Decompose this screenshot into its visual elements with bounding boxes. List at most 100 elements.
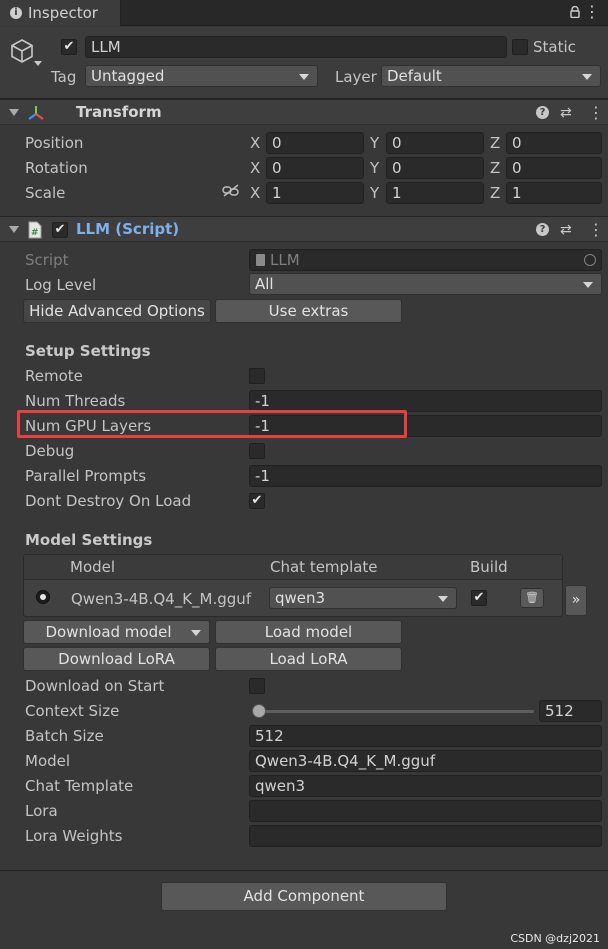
help-icon[interactable]: ? bbox=[536, 106, 549, 119]
llm-script-title: LLM (Script) bbox=[76, 220, 180, 238]
col-build-header: Build bbox=[470, 558, 508, 576]
context-size-slider-track[interactable] bbox=[256, 710, 534, 713]
download-on-start-checkbox[interactable] bbox=[249, 678, 265, 694]
watermark: CSDN @dzj2021 bbox=[510, 932, 600, 945]
use-extras-button[interactable]: Use extras bbox=[215, 299, 402, 323]
scale-z-input[interactable]: 1 bbox=[506, 182, 602, 204]
static-label: Static bbox=[533, 38, 576, 56]
info-icon: i bbox=[10, 7, 22, 19]
num-threads-label: Num Threads bbox=[25, 392, 126, 410]
scale-y-axis[interactable]: Y bbox=[370, 183, 379, 203]
position-label: Position bbox=[25, 134, 84, 152]
llm-script-header[interactable]: # ✔ LLM (Script) ? ⇄ ⋮ bbox=[0, 216, 608, 242]
dont-destroy-label: Dont Destroy On Load bbox=[25, 492, 192, 510]
parallel-prompts-input[interactable]: -1 bbox=[249, 465, 602, 487]
log-level-value: All bbox=[255, 275, 274, 293]
lock-icon[interactable] bbox=[570, 6, 580, 18]
component-menu-icon[interactable]: ⋮ bbox=[588, 103, 604, 122]
rotation-x-axis[interactable]: X bbox=[250, 158, 260, 178]
col-template-header: Chat template bbox=[270, 558, 378, 576]
icon-dropdown-icon[interactable] bbox=[34, 61, 42, 66]
add-component-button[interactable]: Add Component bbox=[161, 882, 447, 911]
context-size-input[interactable]: 512 bbox=[539, 700, 602, 722]
parallel-prompts-label: Parallel Prompts bbox=[25, 467, 147, 485]
context-size-slider-thumb[interactable] bbox=[252, 704, 266, 718]
lora-weights-input[interactable] bbox=[249, 825, 602, 847]
model-label: Model bbox=[25, 752, 71, 770]
chevron-down-icon bbox=[191, 630, 201, 636]
log-level-dropdown[interactable]: All bbox=[249, 273, 602, 295]
transform-title: Transform bbox=[76, 103, 162, 121]
rotation-y-input[interactable]: 0 bbox=[386, 157, 484, 179]
batch-size-input[interactable]: 512 bbox=[249, 725, 602, 747]
foldout-arrow-icon[interactable] bbox=[9, 226, 19, 233]
scale-y-input[interactable]: 1 bbox=[386, 182, 484, 204]
download-model-dropdown-button[interactable]: Download model bbox=[23, 620, 210, 644]
script-file-icon: # bbox=[28, 221, 42, 239]
position-x-input[interactable]: 0 bbox=[266, 132, 364, 154]
scale-label: Scale bbox=[25, 184, 66, 202]
dont-destroy-checkbox[interactable]: ✔ bbox=[249, 493, 265, 509]
tab-inspector[interactable]: i Inspector bbox=[0, 0, 121, 26]
debug-label: Debug bbox=[25, 442, 75, 460]
chat-template-dropdown[interactable]: qwen3 bbox=[269, 587, 457, 609]
position-y-input[interactable]: 0 bbox=[386, 132, 484, 154]
model-more-button[interactable]: » bbox=[565, 585, 587, 616]
gameobject-header: ✔ LLM Static Tag Untagged Layer Default bbox=[0, 27, 608, 99]
debug-checkbox[interactable] bbox=[249, 443, 265, 459]
transform-header[interactable]: Transform ? ⇄ ⋮ bbox=[0, 99, 608, 125]
layer-label: Layer bbox=[335, 68, 377, 86]
rotation-x-input[interactable]: 0 bbox=[266, 157, 364, 179]
presets-icon[interactable]: ⇄ bbox=[560, 105, 572, 121]
model-select-radio[interactable] bbox=[36, 590, 50, 604]
rotation-label: Rotation bbox=[25, 159, 88, 177]
position-y-axis[interactable]: Y bbox=[370, 133, 379, 153]
presets-icon[interactable]: ⇄ bbox=[560, 222, 572, 238]
help-icon[interactable]: ? bbox=[536, 223, 549, 236]
load-lora-button[interactable]: Load LoRA bbox=[215, 647, 402, 671]
active-checkbox[interactable]: ✔ bbox=[61, 39, 77, 55]
build-checkbox[interactable]: ✔ bbox=[471, 590, 487, 606]
chevron-down-icon bbox=[582, 74, 592, 80]
rotation-y-axis[interactable]: Y bbox=[370, 158, 379, 178]
batch-size-label: Batch Size bbox=[25, 727, 104, 745]
script-object-field[interactable]: LLM bbox=[249, 249, 602, 271]
load-model-button[interactable]: Load model bbox=[215, 620, 402, 644]
script-label: Script bbox=[25, 251, 69, 269]
layer-dropdown[interactable]: Default bbox=[381, 65, 601, 87]
scale-x-axis[interactable]: X bbox=[250, 183, 260, 203]
chevron-down-icon bbox=[299, 74, 309, 80]
num-threads-input[interactable]: -1 bbox=[249, 390, 602, 412]
chat-template-label: Chat Template bbox=[25, 777, 134, 795]
chat-template-input[interactable]: qwen3 bbox=[249, 775, 602, 797]
model-list: Model Chat template Build Qwen3-4B.Q4_K_… bbox=[23, 554, 563, 617]
trash-icon[interactable]: 🗑 bbox=[520, 588, 544, 608]
position-x-axis[interactable]: X bbox=[250, 133, 260, 153]
script-enabled-checkbox[interactable]: ✔ bbox=[52, 222, 68, 238]
component-menu-icon[interactable]: ⋮ bbox=[588, 220, 604, 239]
object-picker-icon[interactable] bbox=[584, 254, 596, 266]
model-input[interactable]: Qwen3-4B.Q4_K_M.gguf bbox=[249, 750, 602, 772]
context-size-label: Context Size bbox=[25, 702, 120, 720]
rotation-z-input[interactable]: 0 bbox=[506, 157, 602, 179]
position-z-input[interactable]: 0 bbox=[506, 132, 602, 154]
log-level-label: Log Level bbox=[25, 276, 97, 294]
object-name-input[interactable]: LLM bbox=[85, 36, 507, 58]
position-z-axis[interactable]: Z bbox=[490, 133, 500, 153]
static-checkbox[interactable] bbox=[512, 39, 528, 55]
remote-checkbox[interactable] bbox=[249, 368, 265, 384]
download-lora-button[interactable]: Download LoRA bbox=[23, 647, 210, 671]
foldout-arrow-icon[interactable] bbox=[9, 109, 19, 116]
tab-menu-icon[interactable]: ⋮ bbox=[584, 4, 600, 20]
constrain-proportions-icon[interactable] bbox=[222, 184, 240, 198]
rotation-z-axis[interactable]: Z bbox=[490, 158, 500, 178]
script-value: LLM bbox=[270, 251, 300, 269]
model-settings-title: Model Settings bbox=[25, 531, 153, 549]
hide-advanced-options-button[interactable]: Hide Advanced Options bbox=[23, 299, 211, 323]
scale-x-input[interactable]: 1 bbox=[266, 182, 364, 204]
tag-value: Untagged bbox=[91, 67, 165, 85]
lora-input[interactable] bbox=[249, 800, 602, 822]
download-model-label: Download model bbox=[45, 623, 172, 641]
scale-z-axis[interactable]: Z bbox=[490, 183, 500, 203]
tag-dropdown[interactable]: Untagged bbox=[85, 65, 318, 87]
